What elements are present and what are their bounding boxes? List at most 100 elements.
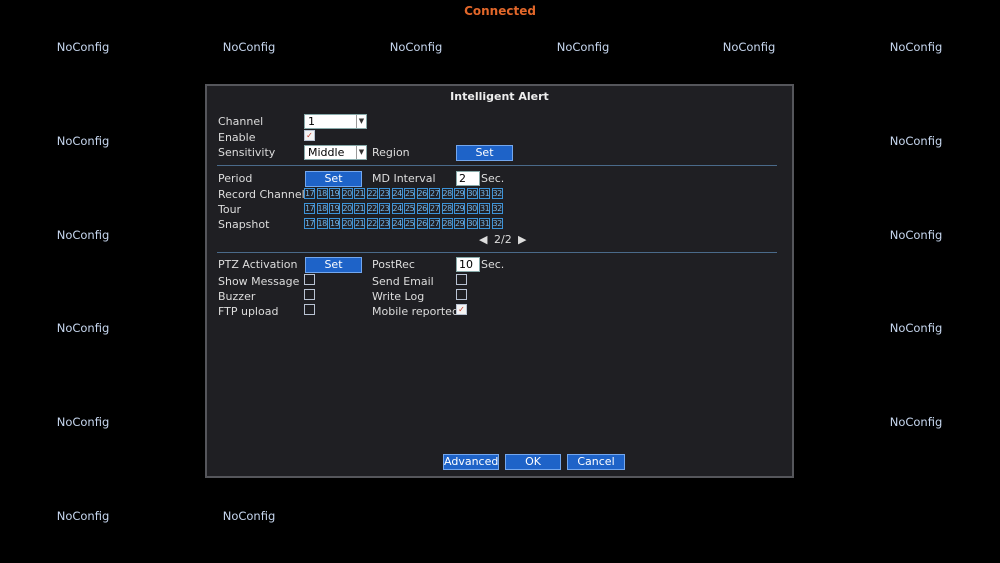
camera-label: NoConfig xyxy=(889,415,943,429)
mobile-reported-checkbox[interactable]: ✓ xyxy=(456,304,467,315)
channel-toggle[interactable]: 22 xyxy=(366,218,378,229)
channel-toggle[interactable]: 31 xyxy=(479,188,490,199)
divider xyxy=(217,165,777,166)
camera-label: NoConfig xyxy=(56,415,110,429)
ptz-activation-label: PTZ Activation xyxy=(218,258,298,271)
send-email-checkbox[interactable] xyxy=(456,274,467,285)
channel-toggle[interactable]: 25 xyxy=(404,218,415,229)
camera-label: NoConfig xyxy=(722,40,776,54)
ptz-set-button[interactable]: Set xyxy=(305,257,362,273)
channel-toggle[interactable]: 32 xyxy=(491,218,503,229)
channel-toggle[interactable]: 26 xyxy=(416,203,428,214)
channel-select[interactable]: 1 ▼ xyxy=(304,114,367,129)
dialog-title: Intelligent Alert xyxy=(450,90,549,103)
channel-toggle[interactable]: 30 xyxy=(466,188,478,199)
ftp-upload-checkbox[interactable] xyxy=(304,304,315,315)
channel-toggle[interactable]: 22 xyxy=(366,188,378,199)
channel-toggle[interactable]: 23 xyxy=(379,218,390,229)
channel-toggle[interactable]: 28 xyxy=(441,218,453,229)
channel-toggle[interactable]: 24 xyxy=(391,188,403,199)
channel-toggle[interactable]: 23 xyxy=(379,188,390,199)
channel-toggle[interactable]: 29 xyxy=(454,203,465,214)
channel-toggle[interactable]: 23 xyxy=(379,203,390,214)
sensitivity-select[interactable]: Middle ▼ xyxy=(304,145,367,160)
postrec-input[interactable]: 10 xyxy=(456,257,480,272)
channel-toggle[interactable]: 24 xyxy=(391,218,403,229)
channel-toggle[interactable]: 21 xyxy=(354,218,365,229)
channel-toggle[interactable]: 27 xyxy=(429,203,440,214)
tour-label: Tour xyxy=(218,203,242,216)
channel-toggle[interactable]: 17 xyxy=(304,203,315,214)
camera-label: NoConfig xyxy=(889,40,943,54)
channel-toggle[interactable]: 28 xyxy=(441,203,453,214)
channel-toggle[interactable]: 21 xyxy=(354,203,365,214)
ftp-upload-label: FTP upload xyxy=(218,305,279,318)
cancel-button[interactable]: Cancel xyxy=(567,454,625,470)
channel-toggle[interactable]: 24 xyxy=(391,203,403,214)
md-interval-input[interactable]: 2 xyxy=(456,171,480,186)
camera-label: NoConfig xyxy=(56,40,110,54)
channel-toggle[interactable]: 30 xyxy=(466,218,478,229)
channel-toggle[interactable]: 19 xyxy=(329,218,340,229)
intelligent-alert-dialog: Intelligent Alert Channel 1 ▼ Enable ✓ S… xyxy=(205,84,794,478)
sensitivity-value: Middle xyxy=(308,146,345,159)
buzzer-checkbox[interactable] xyxy=(304,289,315,300)
channel-toggle[interactable]: 25 xyxy=(404,203,415,214)
write-log-checkbox[interactable] xyxy=(456,289,467,300)
channel-toggle[interactable]: 19 xyxy=(329,203,340,214)
connection-status: Connected xyxy=(464,4,536,18)
prev-page-icon[interactable]: ◀ xyxy=(479,233,487,246)
md-interval-label: MD Interval xyxy=(372,172,436,185)
channel-toggle[interactable]: 18 xyxy=(316,188,328,199)
channel-toggle[interactable]: 26 xyxy=(416,188,428,199)
buzzer-label: Buzzer xyxy=(218,290,256,303)
channel-toggle[interactable]: 18 xyxy=(316,203,328,214)
camera-label: NoConfig xyxy=(56,509,110,523)
channel-toggle[interactable]: 20 xyxy=(341,218,353,229)
channel-toggle[interactable]: 20 xyxy=(341,203,353,214)
ok-button[interactable]: OK xyxy=(505,454,561,470)
divider xyxy=(217,252,777,253)
record-channel-grid: 17 18 19 20 21 22 23 24 25 26 27 28 29 3… xyxy=(304,188,504,199)
mobile-reported-label: Mobile reported xyxy=(372,305,459,318)
snapshot-label: Snapshot xyxy=(218,218,270,231)
camera-label: NoConfig xyxy=(56,321,110,335)
channel-toggle[interactable]: 30 xyxy=(466,203,478,214)
channel-toggle[interactable]: 27 xyxy=(429,188,440,199)
period-label: Period xyxy=(218,172,253,185)
enable-checkbox[interactable]: ✓ xyxy=(304,130,315,141)
md-interval-unit: Sec. xyxy=(481,172,505,185)
channel-toggle[interactable]: 26 xyxy=(416,218,428,229)
chevron-down-icon: ▼ xyxy=(356,115,366,128)
channel-toggle[interactable]: 29 xyxy=(454,218,465,229)
channel-toggle[interactable]: 29 xyxy=(454,188,465,199)
write-log-label: Write Log xyxy=(372,290,425,303)
channel-toggle[interactable]: 28 xyxy=(441,188,453,199)
channel-toggle[interactable]: 25 xyxy=(404,188,415,199)
channel-toggle[interactable]: 19 xyxy=(329,188,340,199)
camera-label: NoConfig xyxy=(389,40,443,54)
postrec-label: PostRec xyxy=(372,258,415,271)
channel-label: Channel xyxy=(218,115,264,128)
next-page-icon[interactable]: ▶ xyxy=(518,233,526,246)
channel-toggle[interactable]: 22 xyxy=(366,203,378,214)
advanced-button[interactable]: Advanced xyxy=(443,454,499,470)
page-indicator: 2/2 xyxy=(494,233,512,246)
channel-toggle[interactable]: 17 xyxy=(304,188,315,199)
channel-toggle[interactable]: 17 xyxy=(304,218,315,229)
channel-toggle[interactable]: 27 xyxy=(429,218,440,229)
channel-toggle[interactable]: 20 xyxy=(341,188,353,199)
channel-toggle[interactable]: 32 xyxy=(491,203,503,214)
show-message-checkbox[interactable] xyxy=(304,274,315,285)
period-set-button[interactable]: Set xyxy=(305,171,362,187)
region-set-button[interactable]: Set xyxy=(456,145,513,161)
chevron-down-icon: ▼ xyxy=(356,146,366,159)
enable-label: Enable xyxy=(218,131,256,144)
camera-label: NoConfig xyxy=(56,134,110,148)
channel-toggle[interactable]: 31 xyxy=(479,218,490,229)
postrec-unit: Sec. xyxy=(481,258,505,271)
channel-toggle[interactable]: 18 xyxy=(316,218,328,229)
channel-toggle[interactable]: 21 xyxy=(354,188,365,199)
channel-toggle[interactable]: 32 xyxy=(491,188,503,199)
channel-toggle[interactable]: 31 xyxy=(479,203,490,214)
